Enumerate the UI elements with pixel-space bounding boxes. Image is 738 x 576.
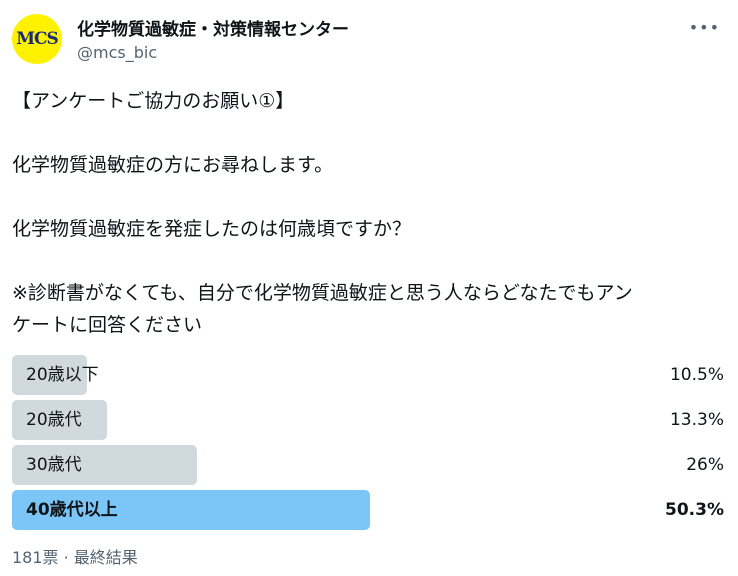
avatar[interactable]: MCS	[12, 14, 62, 64]
poll-option-label: 20歳代	[26, 410, 82, 430]
user-handle[interactable]: @mcs_bic	[77, 43, 157, 62]
poll-option-2: 20歳代 13.3%	[12, 400, 724, 440]
tweet-text: 【アンケートご協力のお願い①】 化学物質過敏症の方にお尋ねします。 化学物質過敏…	[12, 90, 633, 336]
poll-option-percent: 26%	[686, 455, 724, 475]
poll-option-4: 40歳代以上 50.3%	[12, 490, 724, 530]
poll-option-label: 40歳代以上	[26, 500, 118, 520]
poll-option-label: 20歳以下	[26, 365, 99, 385]
poll-option-1: 20歳以下 10.5%	[12, 355, 724, 395]
poll-option-label: 30歳代	[26, 455, 82, 475]
avatar-text: MCS	[16, 29, 59, 49]
display-name[interactable]: 化学物質過敏症・対策情報センター	[77, 15, 349, 40]
more-options-icon[interactable]: •••	[689, 20, 720, 36]
poll-option-percent: 10.5%	[669, 365, 724, 385]
poll-option-3: 30歳代 26%	[12, 445, 724, 485]
poll-option-percent: 50.3%	[665, 500, 724, 520]
poll-summary: 181票 · 最終結果	[12, 548, 138, 567]
poll-option-percent: 13.3%	[669, 410, 724, 430]
